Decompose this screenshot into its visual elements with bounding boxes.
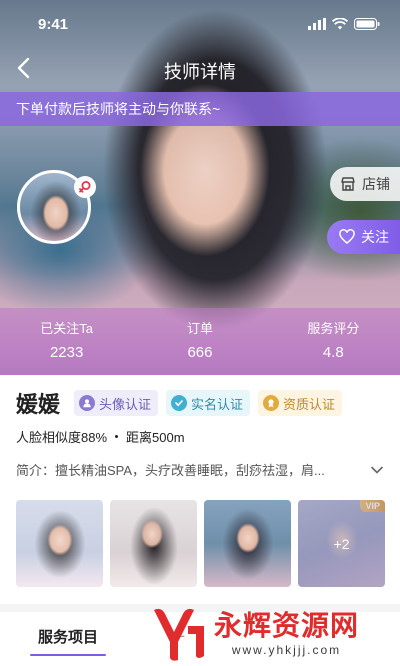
watermark-title: 永辉资源网 bbox=[214, 610, 360, 641]
gallery-photo[interactable] bbox=[16, 500, 103, 587]
battery-icon bbox=[354, 18, 380, 30]
name-row: 媛媛 头像认证 实名认证 资质认证 bbox=[16, 387, 343, 419]
watermark-logo-icon bbox=[154, 608, 204, 661]
stat-label: 服务评分 bbox=[307, 321, 360, 336]
status-icons bbox=[308, 18, 380, 30]
status-bar: 9:41 bbox=[0, 0, 400, 44]
realname-verified-tag: 实名认证 bbox=[166, 390, 251, 416]
page-title: 技师详情 bbox=[164, 62, 236, 82]
medal-icon bbox=[263, 395, 280, 411]
heart-icon bbox=[339, 229, 355, 244]
wifi-icon bbox=[332, 18, 348, 30]
tag-label: 实名认证 bbox=[191, 396, 244, 412]
intro-text: 简介：擅长精油SPA，头疗改善睡眠，刮痧祛湿，肩... bbox=[16, 463, 325, 478]
photo-gallery: VIP +2 bbox=[16, 500, 385, 587]
watermark: 永辉资源网 www.yhkjjj.com bbox=[148, 600, 400, 666]
qualification-verified-tag: 资质认证 bbox=[258, 390, 343, 416]
user-icon bbox=[79, 395, 96, 411]
intro-row[interactable]: 简介：擅长精油SPA，头疗改善睡眠，刮痧祛湿，肩... bbox=[16, 460, 384, 479]
gallery-photo-more[interactable]: VIP +2 bbox=[298, 500, 385, 587]
verified-check-icon bbox=[171, 395, 188, 411]
gallery-photo[interactable] bbox=[110, 500, 197, 587]
gender-badge bbox=[74, 176, 96, 198]
tab-service-items[interactable]: 服务项目 bbox=[38, 626, 98, 647]
stats-row: 已关注Ta 2233 订单 666 服务评分 4.8 bbox=[0, 318, 400, 361]
stat-value: 2233 bbox=[49, 344, 84, 361]
status-time: 9:41 bbox=[38, 16, 69, 33]
tag-label: 资质认证 bbox=[283, 396, 336, 412]
store-icon bbox=[341, 177, 355, 191]
female-icon bbox=[79, 181, 91, 193]
more-photos-count: +2 bbox=[298, 500, 385, 587]
follow-button[interactable]: 关注 bbox=[327, 220, 400, 254]
distance: 距离500m bbox=[126, 430, 185, 445]
shop-button-label: 店铺 bbox=[362, 176, 390, 192]
stat-orders: 订单 666 bbox=[133, 318, 266, 361]
watermark-url: www.yhkjjj.com bbox=[231, 643, 342, 657]
technician-name: 媛媛 bbox=[16, 392, 61, 417]
avatar-verified-tag: 头像认证 bbox=[74, 390, 159, 416]
watermark-text: 永辉资源网 www.yhkjjj.com bbox=[214, 609, 359, 657]
meta-row: 人脸相似度88% 距离500m bbox=[16, 427, 185, 446]
stat-rating: 服务评分 4.8 bbox=[267, 318, 400, 361]
follow-button-label: 关注 bbox=[361, 229, 389, 245]
tab-active-indicator bbox=[30, 654, 106, 656]
stat-value: 666 bbox=[187, 344, 213, 361]
face-similarity: 人脸相似度88% bbox=[16, 430, 108, 445]
tag-label: 头像认证 bbox=[99, 396, 152, 412]
signal-icon bbox=[308, 18, 326, 30]
stat-followers: 已关注Ta 2233 bbox=[0, 318, 133, 361]
stat-label: 订单 bbox=[186, 321, 213, 336]
chevron-down-icon[interactable] bbox=[370, 463, 384, 477]
order-notice-banner: 下单付款后技师将主动与你联系~ bbox=[0, 92, 400, 126]
separator-dot bbox=[115, 435, 119, 438]
stat-value: 4.8 bbox=[322, 344, 344, 361]
shop-button[interactable]: 店铺 bbox=[330, 167, 400, 201]
stat-label: 已关注Ta bbox=[40, 321, 94, 336]
gallery-photo[interactable] bbox=[204, 500, 291, 587]
